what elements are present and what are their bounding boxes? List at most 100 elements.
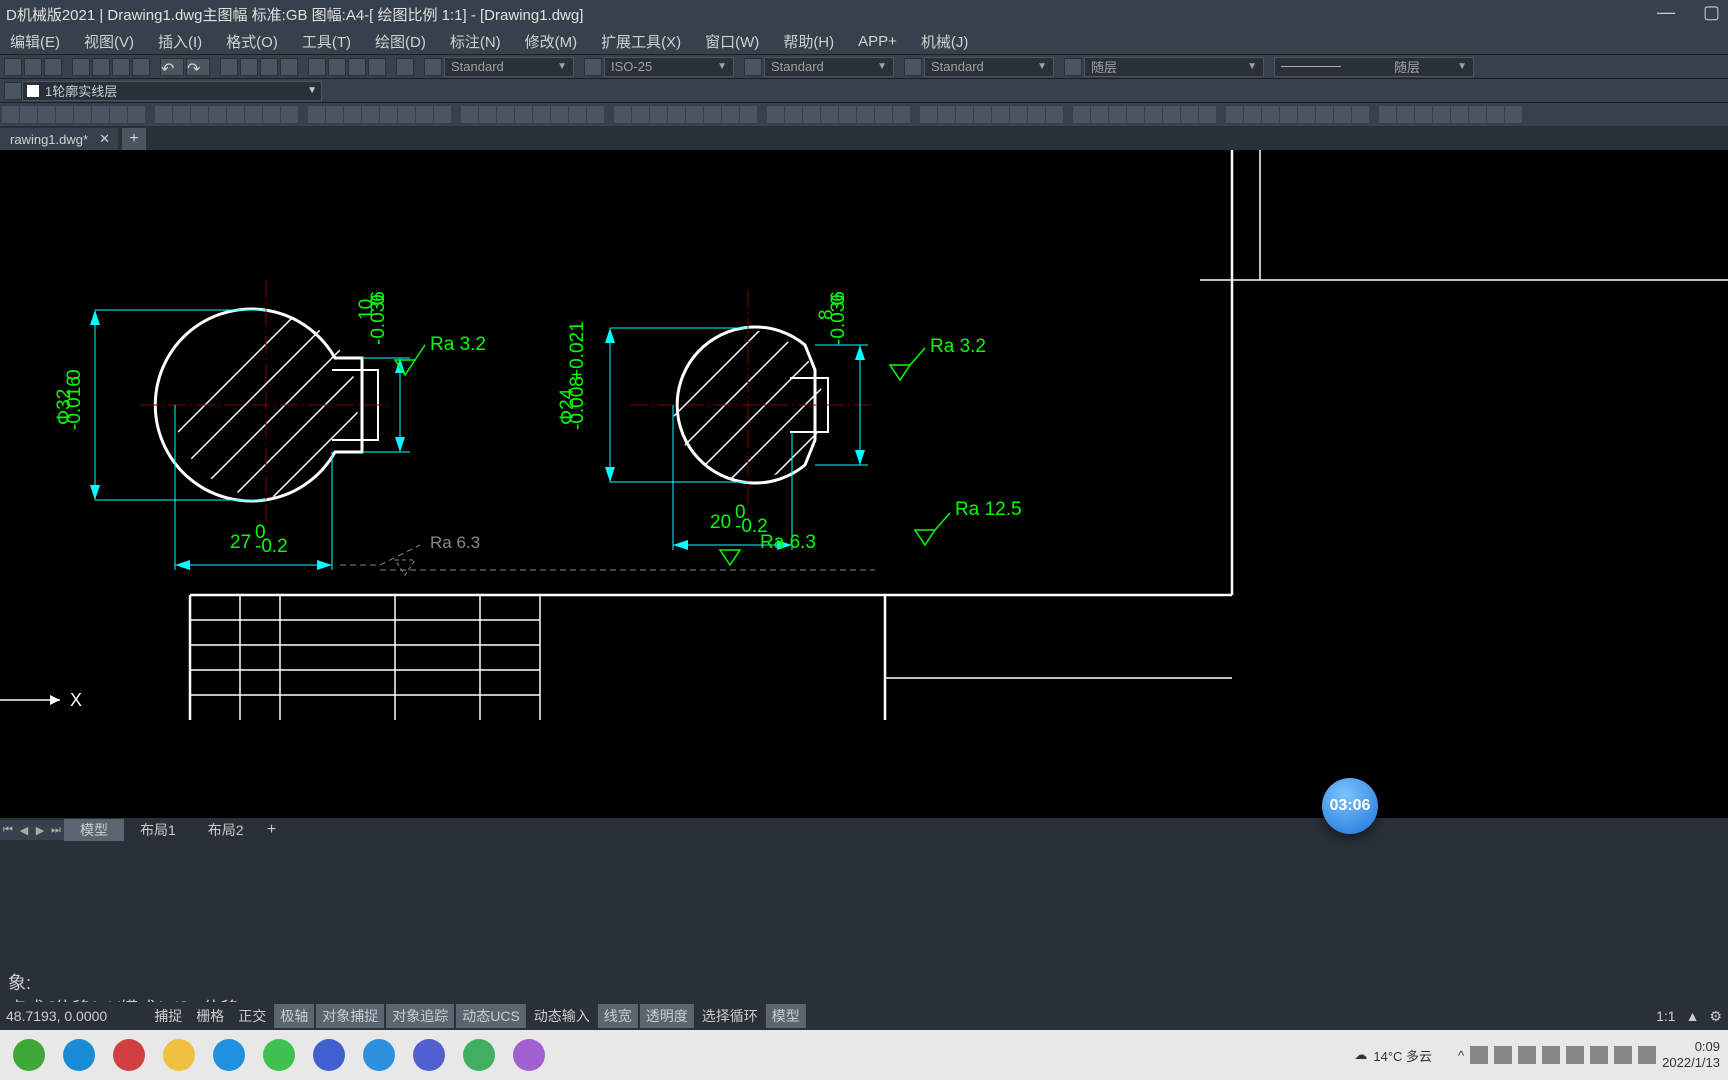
tool-icon-45[interactable] <box>857 106 874 123</box>
tool-icon-68[interactable] <box>1298 106 1315 123</box>
taskbar-edge[interactable] <box>54 1034 104 1076</box>
status-icon-1[interactable]: ▲ <box>1686 1008 1700 1024</box>
tool-icon-28[interactable] <box>533 106 550 123</box>
tray-icon-7[interactable] <box>1614 1046 1632 1064</box>
menu-edit[interactable]: 编辑(E) <box>10 31 60 52</box>
menu-dimension[interactable]: 标注(N) <box>450 31 501 52</box>
status-动态UCS[interactable]: 动态UCS <box>456 1004 526 1028</box>
tool-icon-16[interactable] <box>308 106 325 123</box>
tool-icon-2[interactable] <box>38 106 55 123</box>
tool-icon-66[interactable] <box>1262 106 1279 123</box>
grid3-icon[interactable] <box>348 58 366 76</box>
tray-icon-3[interactable] <box>1518 1046 1536 1064</box>
mleader-combo[interactable]: Standard▼ <box>924 57 1054 77</box>
plotstyle-combo[interactable]: 随层▼ <box>1084 57 1264 77</box>
status-模型[interactable]: 模型 <box>766 1004 806 1028</box>
cut-icon[interactable] <box>72 58 90 76</box>
tool-icon-8[interactable] <box>155 106 172 123</box>
tool-icon-58[interactable] <box>1109 106 1126 123</box>
new-tab-button[interactable]: + <box>122 128 146 150</box>
tool-icon-14[interactable] <box>263 106 280 123</box>
status-对象捕捉[interactable]: 对象捕捉 <box>316 1004 384 1028</box>
lineweight-combo[interactable]: 随层▼ <box>1274 57 1474 77</box>
tool-icon-38[interactable] <box>722 106 739 123</box>
system-clock[interactable]: 0:09 2022/1/13 <box>1662 1039 1720 1071</box>
minimize-button[interactable]: — <box>1657 2 1675 23</box>
taskbar-app-8[interactable] <box>354 1034 404 1076</box>
tool-icon-51[interactable] <box>974 106 991 123</box>
weather-widget[interactable]: ☁ 14°C 多云 <box>1354 1046 1432 1065</box>
tab-nav-prev[interactable]: ◀ <box>16 820 32 840</box>
redo-icon[interactable]: ↷ <box>186 58 210 76</box>
add-layout-button[interactable]: + <box>260 819 284 841</box>
taskbar-app-7[interactable] <box>304 1034 354 1076</box>
tool-icon-34[interactable] <box>650 106 667 123</box>
tool-icon-73[interactable] <box>1397 106 1414 123</box>
status-线宽[interactable]: 线宽 <box>598 1004 638 1028</box>
menu-insert[interactable]: 插入(I) <box>158 31 202 52</box>
tool-icon-47[interactable] <box>893 106 910 123</box>
tool-icon-40[interactable] <box>767 106 784 123</box>
tab-nav-last[interactable]: ⏭ <box>48 820 64 840</box>
copy-icon[interactable] <box>92 58 110 76</box>
taskbar-app-1[interactable] <box>4 1034 54 1076</box>
tool-icon-39[interactable] <box>740 106 757 123</box>
tool-icon-12[interactable] <box>227 106 244 123</box>
tool-icon-76[interactable] <box>1451 106 1468 123</box>
tool-icon-49[interactable] <box>938 106 955 123</box>
tool-icon-60[interactable] <box>1145 106 1162 123</box>
taskbar-app-3[interactable] <box>104 1034 154 1076</box>
match-icon[interactable] <box>132 58 150 76</box>
drawing-canvas[interactable]: X Φ32 0 -0.016 <box>0 150 1728 818</box>
tool-icon-15[interactable] <box>281 106 298 123</box>
tool-icon-11[interactable] <box>209 106 226 123</box>
tool-icon-17[interactable] <box>326 106 343 123</box>
tool-icon-27[interactable] <box>515 106 532 123</box>
status-透明度[interactable]: 透明度 <box>640 1004 694 1028</box>
tray-icon-8[interactable] <box>1638 1046 1656 1064</box>
status-捕捉[interactable]: 捕捉 <box>148 1004 188 1028</box>
tool-icon-48[interactable] <box>920 106 937 123</box>
tool-icon-55[interactable] <box>1046 106 1063 123</box>
menu-modify[interactable]: 修改(M) <box>525 31 578 52</box>
zoomprev-icon[interactable] <box>280 58 298 76</box>
tool-icon-61[interactable] <box>1163 106 1180 123</box>
new-icon[interactable] <box>4 58 22 76</box>
status-极轴[interactable]: 极轴 <box>274 1004 314 1028</box>
close-tab-icon[interactable]: ✕ <box>99 131 110 147</box>
tool-icon-67[interactable] <box>1280 106 1297 123</box>
zoom-icon[interactable] <box>240 58 258 76</box>
tool-icon-1[interactable] <box>20 106 37 123</box>
tool-icon-7[interactable] <box>128 106 145 123</box>
tool-icon-65[interactable] <box>1244 106 1261 123</box>
props-icon[interactable] <box>396 58 414 76</box>
tray-ime-icon[interactable] <box>1590 1046 1608 1064</box>
taskbar-app-10[interactable] <box>454 1034 504 1076</box>
tool-icon-26[interactable] <box>497 106 514 123</box>
tool-icon-0[interactable] <box>2 106 19 123</box>
tool-icon-64[interactable] <box>1226 106 1243 123</box>
tray-up-icon[interactable]: ^ <box>1458 1048 1464 1063</box>
menu-format[interactable]: 格式(O) <box>226 31 278 52</box>
menu-window[interactable]: 窗口(W) <box>705 31 759 52</box>
tool-icon-19[interactable] <box>362 106 379 123</box>
menu-draw[interactable]: 绘图(D) <box>375 31 426 52</box>
tablestyle-combo[interactable]: Standard▼ <box>764 57 894 77</box>
tool-icon-23[interactable] <box>434 106 451 123</box>
status-选择循环[interactable]: 选择循环 <box>696 1004 764 1028</box>
status-动态输入[interactable]: 动态输入 <box>528 1004 596 1028</box>
menu-express[interactable]: 扩展工具(X) <box>601 31 681 52</box>
tool-icon-44[interactable] <box>839 106 856 123</box>
tool-icon-74[interactable] <box>1415 106 1432 123</box>
tab-layout1[interactable]: 布局1 <box>124 819 192 841</box>
status-栅格[interactable]: 栅格 <box>190 1004 230 1028</box>
tab-model[interactable]: 模型 <box>64 819 124 841</box>
tool-icon-10[interactable] <box>191 106 208 123</box>
tab-nav-next[interactable]: ▶ <box>32 820 48 840</box>
tray-volume-icon[interactable] <box>1566 1046 1584 1064</box>
tab-nav-first[interactable]: ⏮ <box>0 820 16 840</box>
taskbar-app-9[interactable] <box>404 1034 454 1076</box>
tool-icon-59[interactable] <box>1127 106 1144 123</box>
tool-icon-6[interactable] <box>110 106 127 123</box>
taskbar-explorer[interactable] <box>154 1034 204 1076</box>
